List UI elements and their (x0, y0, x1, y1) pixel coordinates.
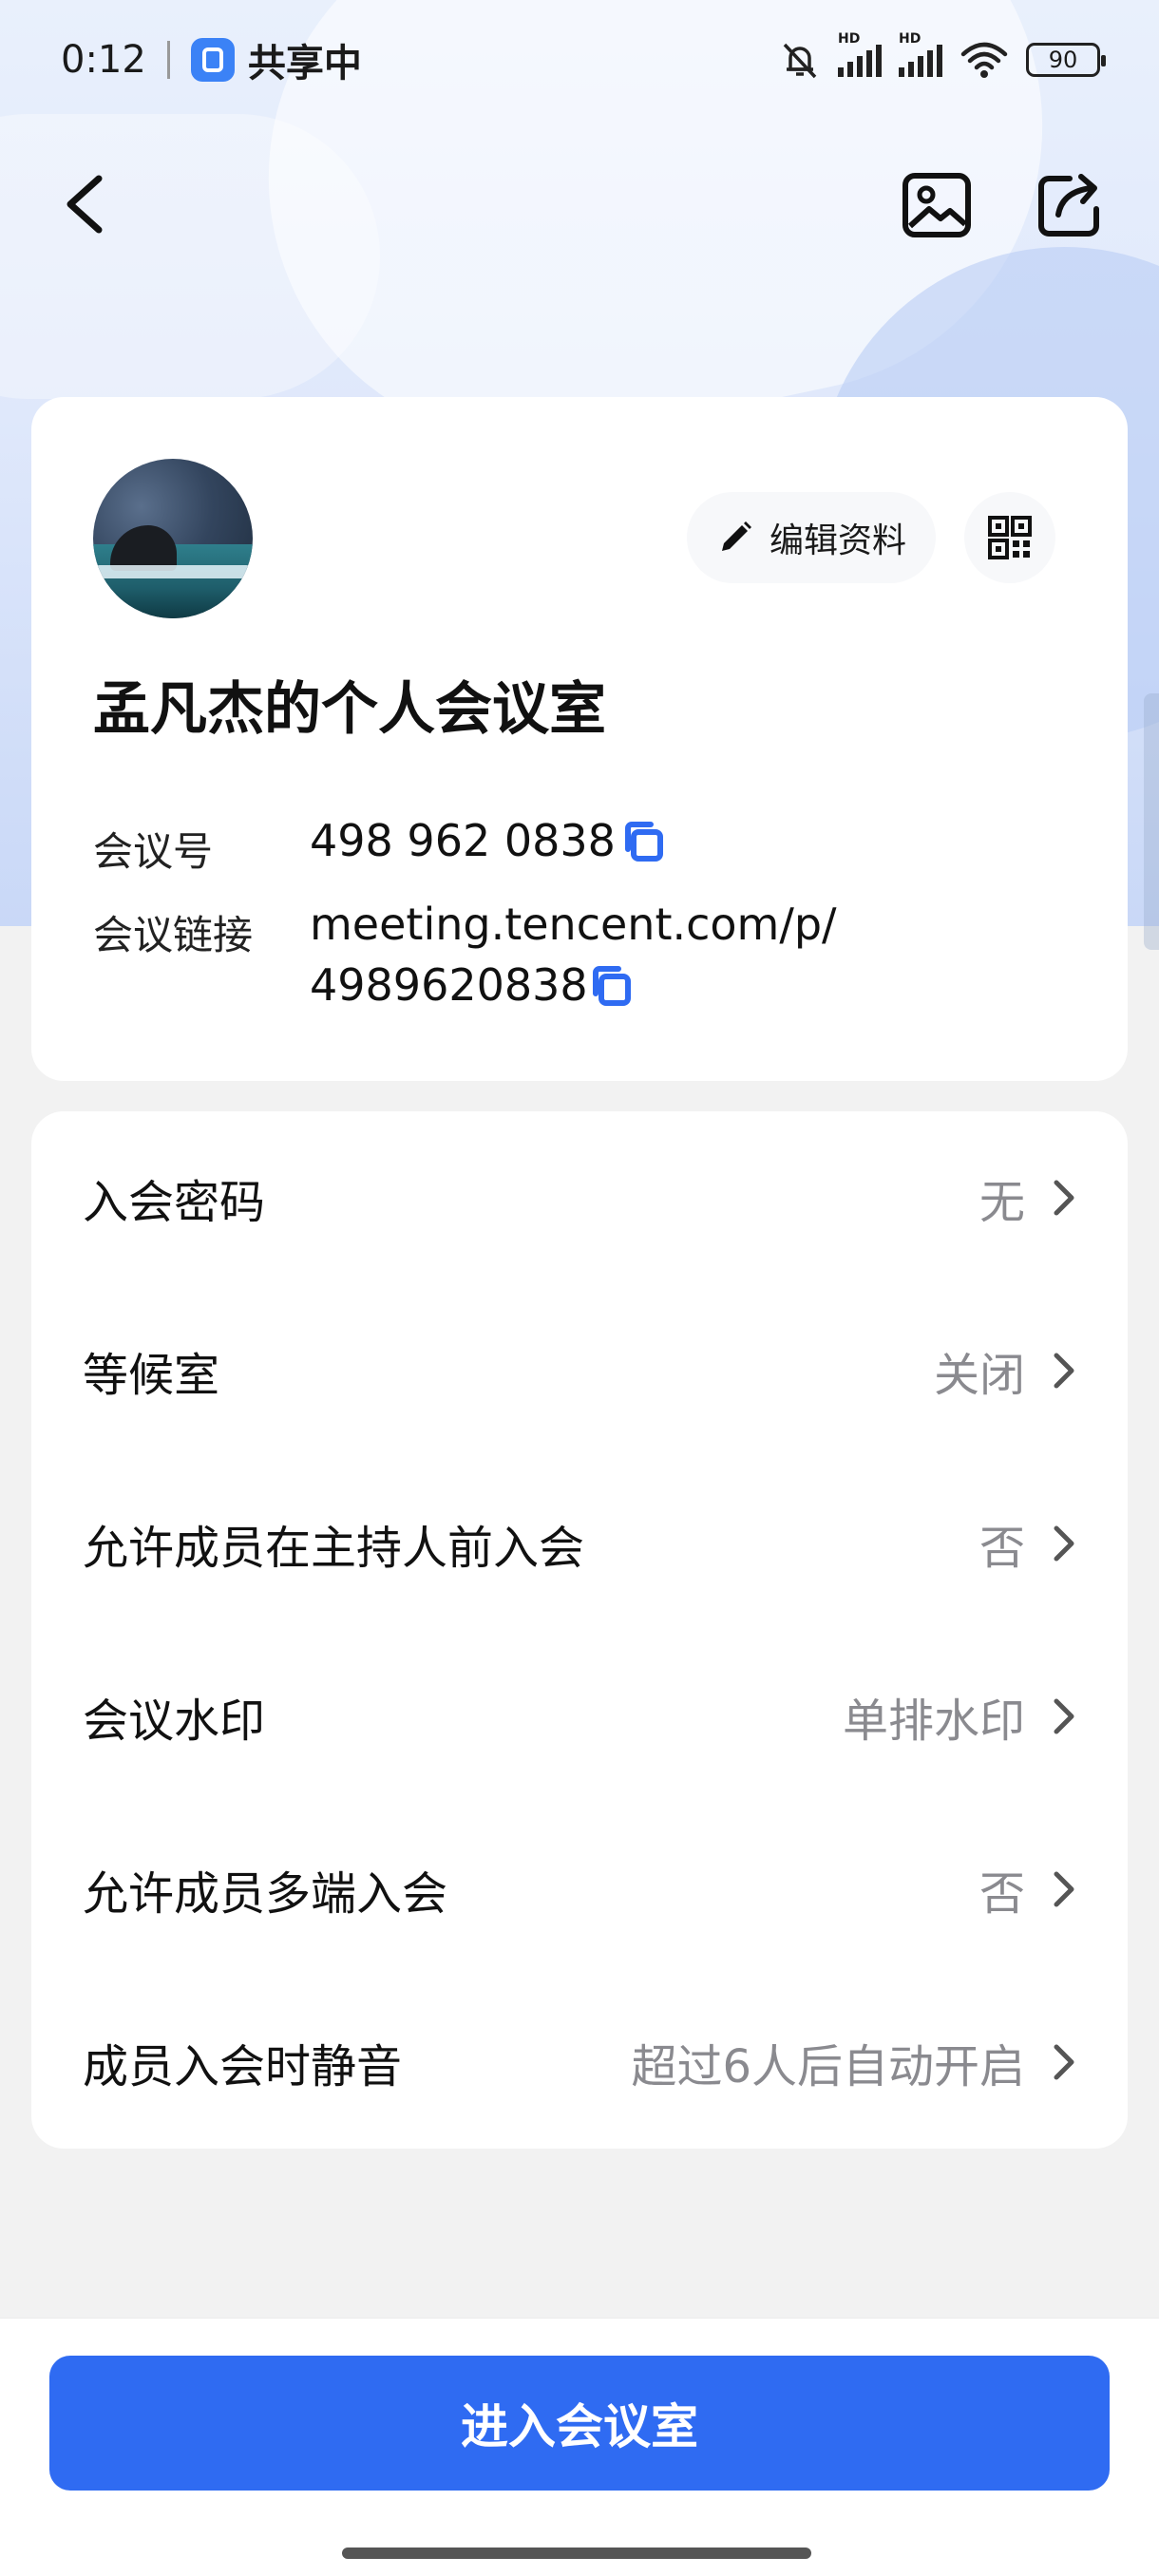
status-icons: HD HD 90 (779, 31, 1106, 81)
setting-value: 单排水印 (842, 1695, 1025, 1748)
chevron-right-icon (1054, 1353, 1074, 1389)
pencil-icon (721, 521, 751, 551)
setting-row-watermark[interactable]: 会议水印 单排水印 (31, 1630, 1128, 1803)
setting-label: 会议水印 (83, 1695, 266, 1748)
sharing-status: 共享中 (247, 41, 362, 85)
enter-meeting-room-button[interactable]: 进入会议室 (49, 2356, 1110, 2491)
copy-meeting-id-icon[interactable] (620, 819, 666, 864)
meeting-link-label: 会议链接 (93, 912, 254, 958)
qr-code-button[interactable] (964, 492, 1055, 583)
status-time: 0:12 (61, 37, 146, 82)
chevron-left-icon[interactable] (57, 171, 114, 237)
edge-handle (1144, 693, 1159, 950)
status-bar: 0:12 共享中 HD HD 90 (0, 0, 1159, 119)
setting-row-mute-on-entry[interactable]: 成员入会时静音 超过6人后自动开启 (31, 1976, 1128, 2149)
meeting-room-card: 编辑资料 孟凡杰的个人会议室 会议号 498 962 0838 会议链接 mee… (31, 397, 1128, 1081)
meeting-id-value: 498 962 0838 (310, 815, 616, 866)
setting-value: 超过6人后自动开启 (631, 2040, 1025, 2093)
copy-meeting-link-icon[interactable] (588, 963, 634, 1009)
chevron-right-icon (1054, 2044, 1074, 2080)
setting-row-waiting-room[interactable]: 等候室 关闭 (31, 1284, 1128, 1457)
setting-label: 允许成员在主持人前入会 (83, 1522, 585, 1575)
signal-icon-2: HD (899, 31, 942, 77)
edit-profile-label: 编辑资料 (769, 521, 906, 560)
meeting-link-line2: 4989620838 (310, 959, 588, 1011)
avatar[interactable] (93, 459, 253, 618)
home-indicator[interactable] (342, 2548, 811, 2559)
meeting-link-line1: meeting.tencent.com/p/ (310, 899, 837, 950)
chevron-right-icon (1054, 1180, 1074, 1216)
edit-profile-button[interactable]: 编辑资料 (687, 492, 936, 583)
setting-label: 允许成员多端入会 (83, 1867, 448, 1921)
qr-code-icon (988, 516, 1032, 559)
status-divider (166, 40, 170, 79)
setting-label: 等候室 (83, 1349, 220, 1402)
room-title: 孟凡杰的个人会议室 (93, 676, 606, 743)
share-icon[interactable] (1036, 171, 1108, 239)
setting-value: 无 (978, 1176, 1025, 1229)
chevron-right-icon (1054, 1698, 1074, 1734)
setting-row-join-before-host[interactable]: 允许成员在主持人前入会 否 (31, 1457, 1128, 1630)
setting-value: 否 (978, 1867, 1025, 1921)
mute-bell-icon (783, 43, 817, 78)
meeting-id-label: 会议号 (93, 828, 214, 875)
chevron-right-icon (1054, 1525, 1074, 1562)
settings-list: 入会密码 无 等候室 关闭 允许成员在主持人前入会 否 会议水印 单排水印 允许… (31, 1111, 1128, 2149)
wifi-icon (960, 42, 1008, 78)
setting-value: 否 (978, 1522, 1025, 1575)
screen-share-icon (190, 37, 235, 82)
setting-label: 入会密码 (83, 1176, 266, 1229)
setting-row-multi-device[interactable]: 允许成员多端入会 否 (31, 1803, 1128, 1976)
signal-icon-1: HD (838, 31, 882, 77)
image-icon[interactable] (901, 171, 973, 239)
setting-row-password[interactable]: 入会密码 无 (31, 1111, 1128, 1284)
chevron-right-icon (1054, 1871, 1074, 1907)
battery-icon: 90 (1026, 42, 1106, 77)
setting-label: 成员入会时静音 (83, 2040, 403, 2093)
setting-value: 关闭 (933, 1349, 1025, 1402)
